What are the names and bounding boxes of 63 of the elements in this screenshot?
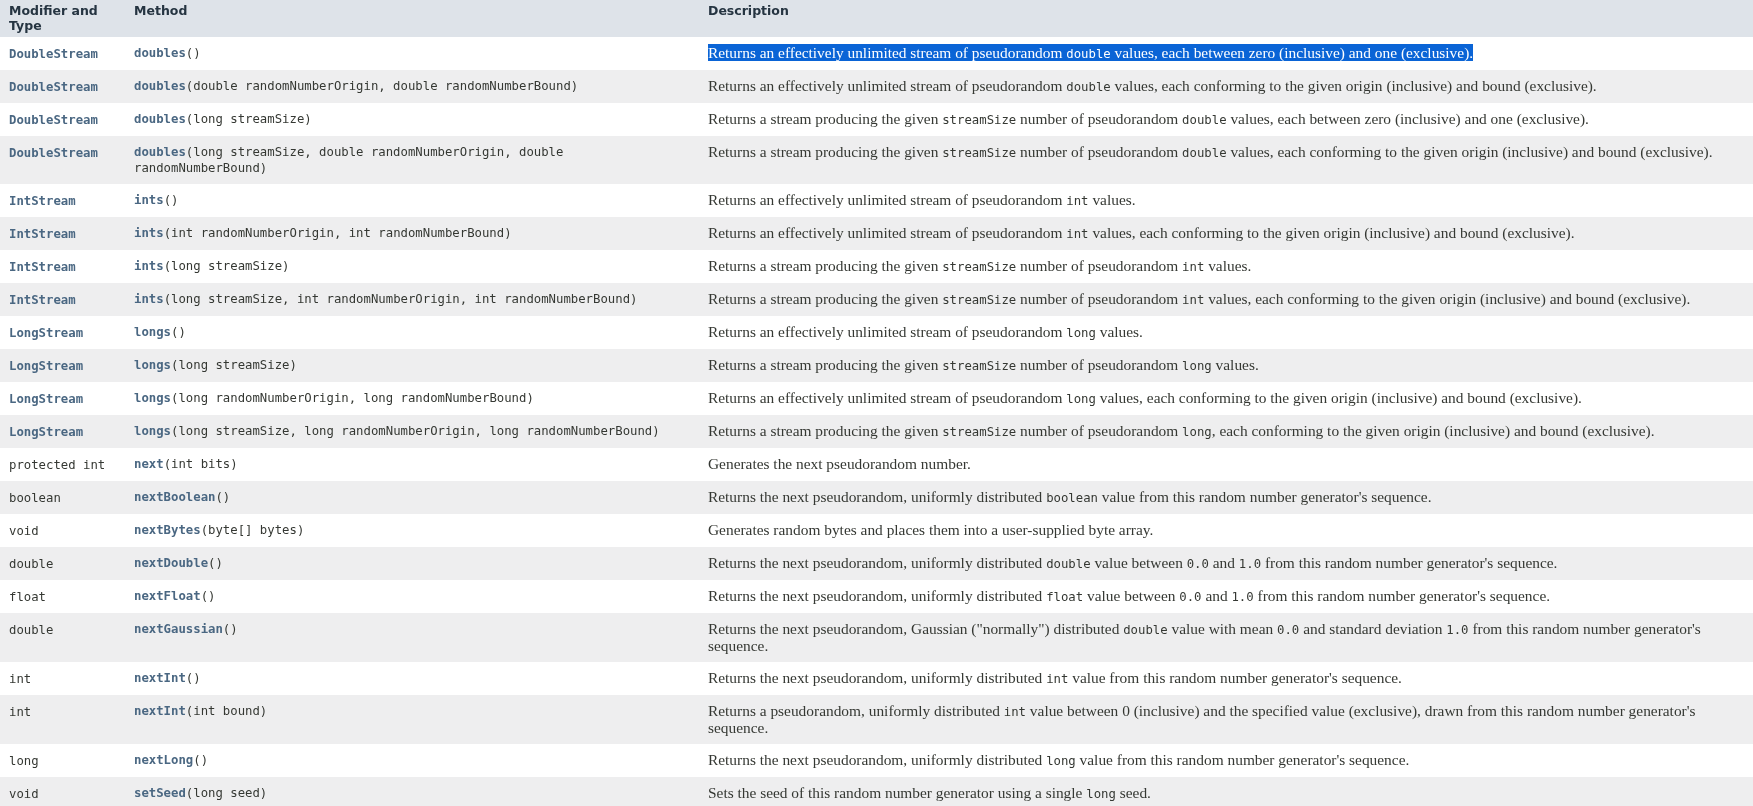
column-header: Description bbox=[708, 3, 789, 18]
type-text: protected int bbox=[9, 458, 106, 472]
type-link[interactable]: LongStream bbox=[9, 392, 84, 406]
type-link[interactable]: DoubleStream bbox=[9, 113, 98, 127]
method-description: Returns an effectively unlimited stream of pseudorandom long values. bbox=[708, 323, 1143, 340]
method-signature: ints() bbox=[134, 192, 180, 208]
method-signature: nextFloat() bbox=[134, 588, 217, 604]
method-description: Returns a stream producing the given streamSize number of pseudorandom int values. bbox=[708, 257, 1252, 274]
type-link[interactable]: LongStream bbox=[9, 326, 84, 340]
method-signature: setSeed(long seed) bbox=[134, 785, 269, 801]
method-description: Returns the next pseudorandom, uniformly distributed int value from this random number generator's sequence. bbox=[708, 669, 1402, 686]
method-signature: nextLong() bbox=[134, 752, 210, 768]
type-text: void bbox=[9, 524, 39, 538]
method-description: Returns a pseudorandom, uniformly distributed int value between 0 (inclusive) and the specified value (exclusive), drawn from this random number generator's sequence. bbox=[708, 702, 1696, 736]
method-description: Returns a stream producing the given streamSize number of pseudorandom long, each conforming to the given origin (inclusive) and bound (exclusive). bbox=[708, 422, 1655, 439]
method-signature: longs(long streamSize, long randomNumberOrigin, long randomNumberBound) bbox=[134, 423, 661, 439]
method-description: Returns the next pseudorandom, Gaussian ("normally") distributed double value with mean 0.0 and standard deviation 1.0 from this random number generator's sequence. bbox=[708, 620, 1701, 654]
type-text: float bbox=[9, 590, 47, 604]
method-description: Returns the next pseudorandom, uniformly distributed double value between 0.0 and 1.0 from this random number generator's sequence. bbox=[708, 554, 1558, 571]
method-description: Returns a stream producing the given streamSize number of pseudorandom int values, each conforming to the given origin (inclusive) and bound (exclusive). bbox=[708, 290, 1691, 307]
column-header: Modifier and Type bbox=[9, 3, 98, 33]
method-signature: longs(long randomNumberOrigin, long randomNumberBound) bbox=[134, 390, 535, 406]
method-signature: ints(int randomNumberOrigin, int randomNumberBound) bbox=[134, 225, 513, 241]
method-description: Generates the next pseudorandom number. bbox=[708, 455, 971, 472]
type-text: int bbox=[9, 672, 32, 686]
method-description: Returns the next pseudorandom, uniformly distributed long value from this random number generator's sequence. bbox=[708, 751, 1410, 768]
method-description: Returns an effectively unlimited stream of pseudorandom long values, each conforming to the given origin (inclusive) and bound (exclusive). bbox=[708, 389, 1582, 406]
method-signature: nextBoolean() bbox=[134, 489, 232, 505]
method-signature: doubles(long streamSize, double randomNumberOrigin, double randomNumberBound) bbox=[134, 144, 565, 176]
method-description: Generates random bytes and places them into a user-supplied byte array. bbox=[708, 521, 1154, 538]
type-text: int bbox=[9, 705, 32, 719]
method-signature: next(int bits) bbox=[134, 456, 239, 472]
type-text: long bbox=[9, 754, 39, 768]
method-description: Returns a stream producing the given streamSize number of pseudorandom double values, each conforming to the given origin (inclusive) and bound (exclusive). bbox=[708, 143, 1713, 160]
method-description: Returns an effectively unlimited stream of pseudorandom double values, each conforming to the given origin (inclusive) and bound (exclusive). bbox=[708, 77, 1597, 94]
type-text: double bbox=[9, 623, 54, 637]
method-description: Returns a stream producing the given streamSize number of pseudorandom long values. bbox=[708, 356, 1259, 373]
method-description: Sets the seed of this random number generator using a single long seed. bbox=[708, 784, 1151, 801]
method-description: Returns an effectively unlimited stream of pseudorandom double values, each between zero (inclusive) and one (exclusive). bbox=[708, 44, 1474, 61]
method-signature: nextGaussian() bbox=[134, 621, 239, 637]
type-text: boolean bbox=[9, 491, 61, 505]
method-signature: doubles(long streamSize) bbox=[134, 111, 313, 127]
method-signature: nextInt() bbox=[134, 670, 202, 686]
type-text: double bbox=[9, 557, 54, 571]
type-link[interactable]: IntStream bbox=[9, 260, 76, 274]
method-description: Returns an effectively unlimited stream of pseudorandom int values, each conforming to the given origin (inclusive) and bound (exclusive). bbox=[708, 224, 1575, 241]
method-signature: doubles(double randomNumberOrigin, double randomNumberBound) bbox=[134, 78, 580, 94]
column-header: Method bbox=[134, 3, 188, 18]
type-link[interactable]: IntStream bbox=[9, 194, 76, 208]
method-signature: doubles() bbox=[134, 45, 202, 61]
method-signature: ints(long streamSize, int randomNumberOrigin, int randomNumberBound) bbox=[134, 291, 639, 307]
method-description: Returns a stream producing the given streamSize number of pseudorandom double values, each between zero (inclusive) and one (exclusive). bbox=[708, 110, 1589, 127]
method-signature: nextBytes(byte[] bytes) bbox=[134, 522, 306, 538]
method-signature: longs(long streamSize) bbox=[134, 357, 298, 373]
method-signature: nextDouble() bbox=[134, 555, 224, 571]
method-description: Returns the next pseudorandom, uniformly distributed float value between 0.0 and 1.0 from this random number generator's sequence. bbox=[708, 587, 1551, 604]
method-signature: nextInt(int bound) bbox=[134, 703, 269, 719]
method-description: Returns the next pseudorandom, uniformly distributed boolean value from this random number generator's sequence. bbox=[708, 488, 1432, 505]
method-signature: ints(long streamSize) bbox=[134, 258, 291, 274]
method-signature: longs() bbox=[134, 324, 187, 340]
type-link[interactable]: DoubleStream bbox=[9, 47, 98, 61]
method-description: Returns an effectively unlimited stream of pseudorandom int values. bbox=[708, 191, 1136, 208]
type-text: void bbox=[9, 787, 39, 801]
